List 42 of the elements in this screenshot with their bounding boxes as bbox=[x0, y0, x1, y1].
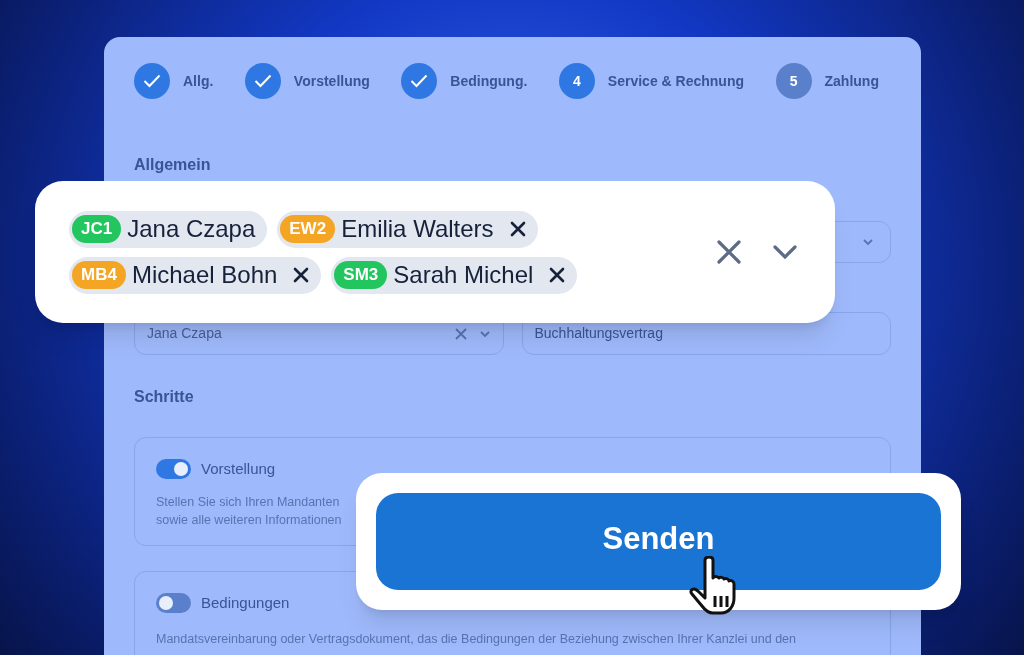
initials-badge: SM3 bbox=[334, 261, 388, 289]
clear-icon[interactable] bbox=[717, 240, 741, 264]
remove-icon[interactable] bbox=[549, 267, 566, 283]
step-number[interactable]: 4 bbox=[558, 63, 595, 99]
person-name: Jana Czapa bbox=[127, 214, 256, 244]
initials-badge: JC1 bbox=[72, 215, 122, 243]
step-label: Vorstellung bbox=[293, 71, 370, 91]
chevron-icon bbox=[862, 238, 874, 246]
step-label: Allg. bbox=[183, 71, 214, 91]
person-chip[interactable]: SM3 Sarah Michel bbox=[331, 256, 578, 294]
send-button[interactable]: Senden bbox=[376, 493, 941, 590]
toggle-switch[interactable] bbox=[156, 592, 191, 613]
person-chip[interactable]: EW2 Emilia Walters bbox=[277, 210, 538, 248]
person-chip[interactable]: JC1 Jana Czapa bbox=[69, 210, 268, 248]
step-check-icon[interactable] bbox=[401, 63, 438, 99]
description-text: sowie alle weiteren Informationen bbox=[156, 511, 342, 529]
clear-icon bbox=[454, 327, 467, 340]
step-label: Bedingung. bbox=[450, 71, 528, 91]
remove-icon[interactable] bbox=[509, 221, 526, 237]
step-check-icon[interactable] bbox=[244, 63, 281, 99]
step-label: Zahlung bbox=[824, 71, 879, 91]
person-name: Michael Bohn bbox=[131, 260, 278, 290]
tag-select-dropdown[interactable]: JC1 Jana Czapa EW2 Emilia Walters MB4 Michael Bohn SM3 Sarah Michel bbox=[35, 181, 835, 323]
description-text: Mandatsvereinbarung oder Vertragsdokument, das die Bedingungen der Beziehung zwischen Ihrer Kanzlei und den bbox=[156, 631, 796, 648]
section-heading: Schritte bbox=[134, 387, 195, 407]
step-number[interactable]: 5 bbox=[775, 63, 812, 99]
description-text: Stellen Sie sich Ihren Mandanten bbox=[156, 493, 340, 511]
toggle-switch[interactable] bbox=[156, 459, 191, 480]
person-name: Sarah Michel bbox=[393, 260, 534, 290]
remove-icon[interactable] bbox=[293, 267, 310, 283]
initials-badge: EW2 bbox=[280, 215, 336, 243]
toggle-label: Bedingungen bbox=[201, 592, 290, 613]
step-check-icon[interactable] bbox=[134, 63, 170, 99]
toggle-label: Vorstellung bbox=[201, 459, 276, 479]
initials-badge: MB4 bbox=[72, 261, 126, 289]
person-name: Emilia Walters bbox=[341, 214, 494, 244]
step-label: Service & Rechnung bbox=[607, 71, 744, 91]
field-value: Jana Czapa bbox=[147, 324, 223, 343]
chevron-icon bbox=[478, 329, 491, 338]
person-chip[interactable]: MB4 Michael Bohn bbox=[69, 256, 322, 294]
chevron-icon[interactable] bbox=[773, 245, 797, 259]
section-heading: Allgemein bbox=[134, 155, 212, 175]
